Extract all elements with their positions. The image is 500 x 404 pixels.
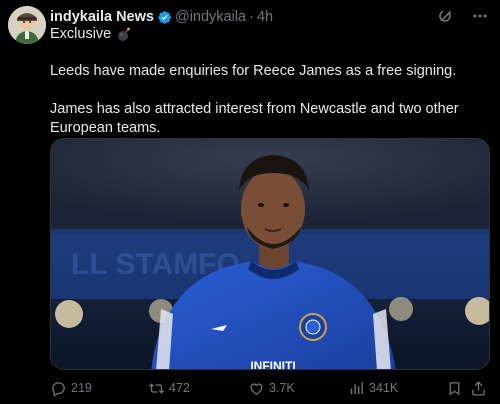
repost-button[interactable]: 472	[148, 380, 190, 397]
like-icon	[250, 382, 263, 395]
views-button[interactable]: 341K	[348, 380, 398, 397]
views-count: 341K	[369, 381, 399, 395]
timestamp[interactable]: 4h	[257, 9, 273, 25]
share-button[interactable]	[470, 380, 487, 397]
like-button[interactable]: 3.7K	[248, 380, 295, 397]
reply-button[interactable]: 219	[50, 380, 92, 397]
tweet-actions: 219 472 3.7K 341K	[50, 378, 490, 398]
like-count: 3.7K	[269, 381, 295, 395]
subhead-text: Exclusive	[50, 26, 112, 42]
views-icon	[350, 381, 363, 394]
verified-badge-icon	[157, 10, 172, 25]
tweet-subhead: Exclusive	[50, 26, 132, 42]
display-name[interactable]: indykaila News	[50, 9, 154, 25]
tweet-media-image[interactable]: LL STAMFO INFINITI	[50, 138, 490, 370]
bookmark-icon	[449, 381, 460, 395]
reply-count: 219	[71, 381, 92, 395]
tweet-paragraph: Leeds have made enquiries for Reece Jame…	[50, 63, 457, 79]
share-icon	[472, 380, 485, 396]
separator: ·	[249, 9, 254, 25]
shirt-sponsor-text: INFINITI	[250, 359, 295, 370]
reply-icon	[52, 381, 65, 397]
repost-count: 472	[169, 381, 190, 395]
repost-icon	[148, 382, 165, 394]
tweet-header: indykaila News @indykaila · 4h	[50, 8, 273, 26]
bomb-emoji-icon	[116, 26, 132, 42]
grok-icon[interactable]	[436, 6, 456, 26]
avatar[interactable]	[8, 6, 46, 44]
handle[interactable]: @indykaila	[175, 9, 246, 25]
more-icon[interactable]	[470, 6, 490, 26]
tweet-paragraph: James has also attracted interest from N…	[50, 101, 459, 136]
bookmark-button[interactable]	[446, 380, 463, 397]
top-actions	[436, 6, 490, 26]
